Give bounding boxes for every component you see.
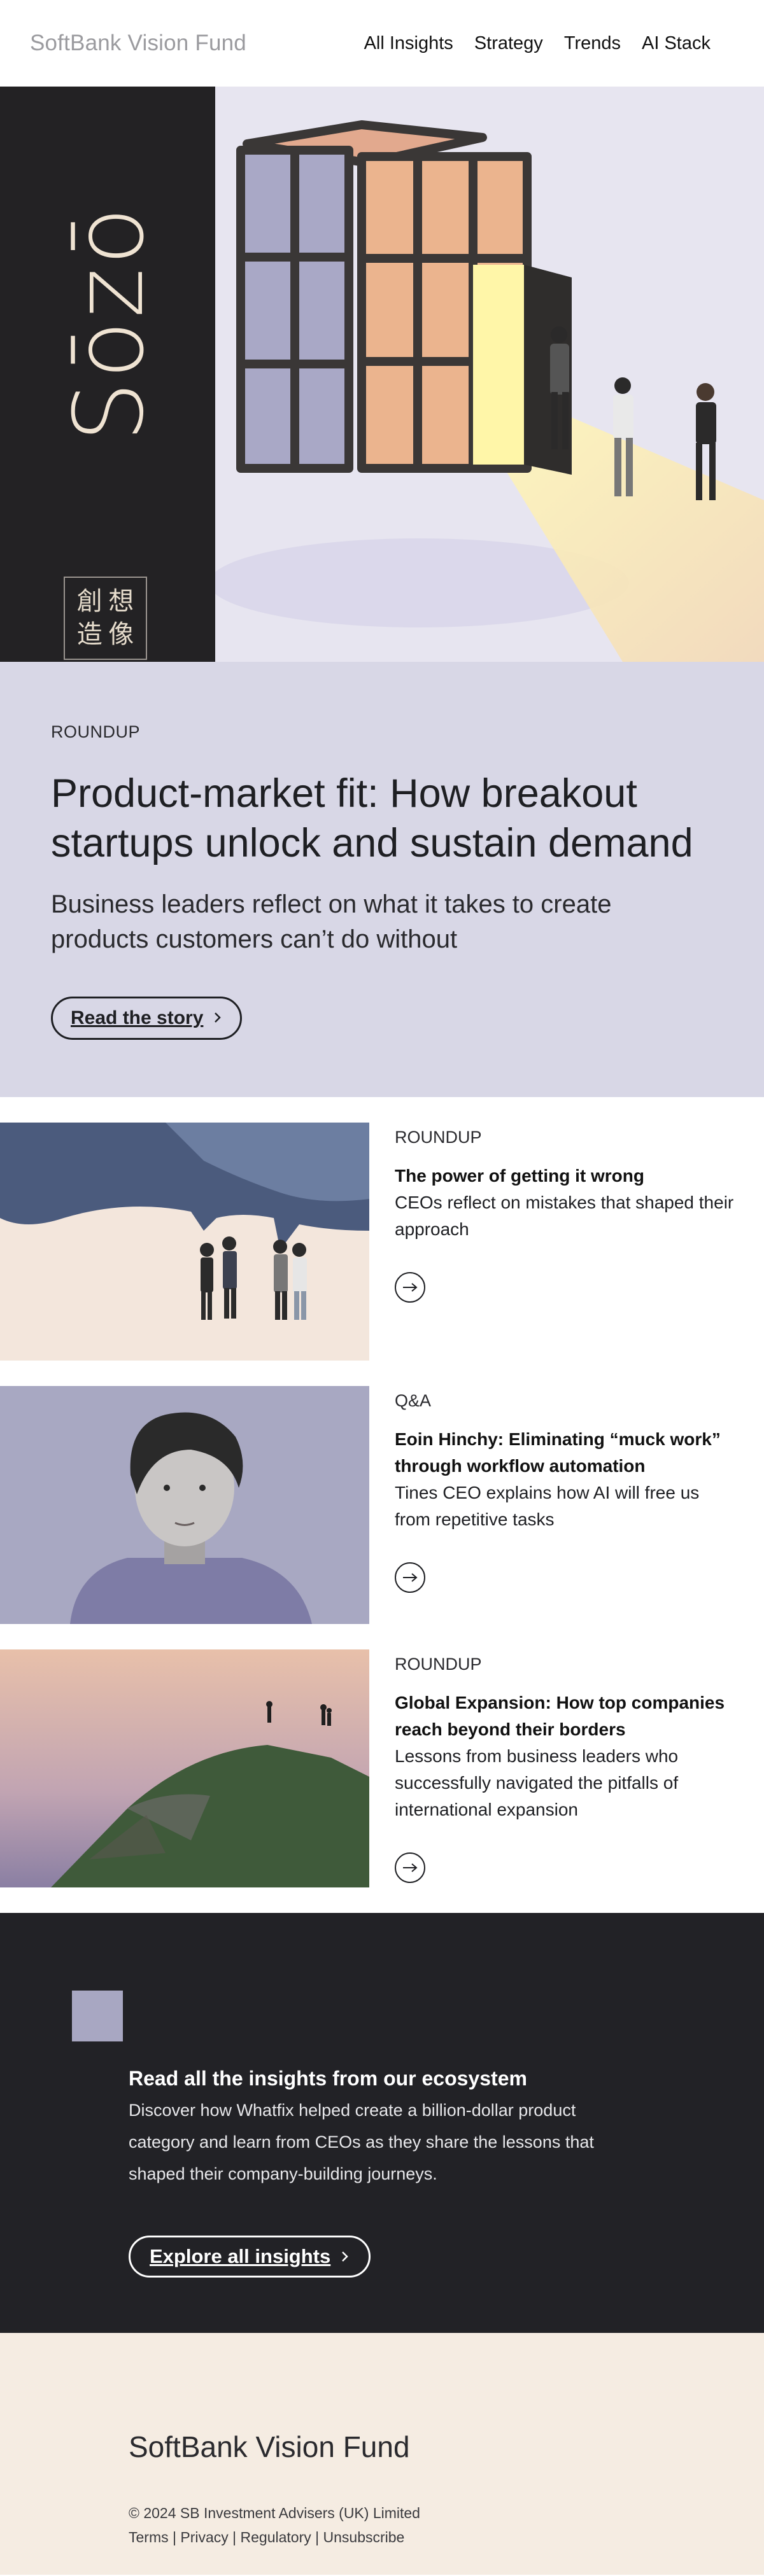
brand-logo[interactable]: SoftBank Vision Fund: [30, 31, 246, 56]
footer-legal: © 2024 SB Investment Advisers (UK) Limit…: [129, 2501, 764, 2549]
nav-ai-stack[interactable]: AI Stack: [642, 33, 711, 54]
story-title[interactable]: Product-market fit: How breakout startup…: [51, 769, 713, 868]
main-nav: All Insights Strategy Trends AI Stack: [364, 33, 711, 54]
kanji-char: 像: [108, 619, 134, 649]
footer-brand[interactable]: SoftBank Vision Fund: [129, 2430, 764, 2464]
accent-square: [72, 1991, 123, 2041]
arrow-right-icon: [403, 1573, 418, 1582]
story-image[interactable]: [0, 1649, 369, 1887]
story-category: Q&A: [395, 1391, 432, 1410]
copyright-text: © 2024 SB Investment Advisers (UK) Limit…: [129, 2505, 420, 2521]
arrow-right-button[interactable]: [395, 1562, 425, 1593]
story-card-title[interactable]: Eoin Hinchy: Eliminating “muck work” thr…: [395, 1426, 739, 1480]
kanji-char: 造: [76, 619, 103, 649]
story-card-desc: Tines CEO explains how AI will free us f…: [395, 1483, 700, 1529]
story-subtitle: Business leaders reflect on what it take…: [51, 890, 612, 953]
cta-body: Discover how Whatfix helped create a bil…: [129, 2101, 594, 2183]
nav-trends[interactable]: Trends: [564, 33, 621, 54]
chevron-right-icon: [341, 2245, 350, 2268]
footer-links[interactable]: Terms | Privacy | Regulatory | Unsubscri…: [129, 2525, 764, 2549]
story-category: ROUNDUP: [395, 1128, 482, 1147]
story-card[interactable]: Q&A Eoin Hinchy: Eliminating “muck work”…: [0, 1386, 764, 1624]
header: SoftBank Vision Fund All Insights Strate…: [0, 0, 764, 87]
read-story-button[interactable]: Read the story: [51, 997, 243, 1040]
masthead-panel: Sōzō 創 想 造 像: [0, 87, 215, 662]
story-card-body: ROUNDUP Global Expansion: How top compan…: [369, 1649, 764, 1887]
story-card[interactable]: ROUNDUP The power of getting it wrong CE…: [0, 1123, 764, 1361]
nav-strategy[interactable]: Strategy: [474, 33, 543, 54]
story-card-body: Q&A Eoin Hinchy: Eliminating “muck work”…: [369, 1386, 764, 1624]
arrow-right-button[interactable]: [395, 1272, 425, 1303]
featured-story: ROUNDUP Product-market fit: How breakout…: [0, 662, 764, 1097]
nav-all-insights[interactable]: All Insights: [364, 33, 453, 54]
story-image[interactable]: [0, 1123, 369, 1361]
story-card-title[interactable]: The power of getting it wrong: [395, 1163, 739, 1189]
story-category: ROUNDUP: [395, 1655, 482, 1674]
story-card-body: ROUNDUP The power of getting it wrong CE…: [369, 1123, 764, 1361]
arrow-right-button[interactable]: [395, 1852, 425, 1883]
story-list: ROUNDUP The power of getting it wrong CE…: [0, 1097, 764, 1887]
story-image[interactable]: [0, 1386, 369, 1624]
explore-insights-label: Explore all insights: [150, 2245, 331, 2267]
cube-illustration: [215, 120, 764, 662]
story-card-desc: Lessons from business leaders who succes…: [395, 1746, 679, 1819]
masthead-title: Sōzō: [54, 204, 165, 442]
explore-insights-button[interactable]: Explore all insights: [129, 2236, 371, 2278]
arrow-right-icon: [403, 1863, 418, 1872]
story-card-title[interactable]: Global Expansion: How top companies reac…: [395, 1690, 739, 1743]
arrow-right-icon: [403, 1283, 418, 1292]
kanji-char: 創: [76, 587, 103, 616]
cta-title: Read all the insights from our ecosystem: [129, 2067, 527, 2090]
story-card[interactable]: ROUNDUP Global Expansion: How top compan…: [0, 1649, 764, 1887]
story-card-desc: CEOs reflect on mistakes that shaped the…: [395, 1193, 734, 1239]
read-story-label: Read the story: [71, 1007, 204, 1028]
chevron-right-icon: [213, 1007, 222, 1029]
footer: SoftBank Vision Fund © 2024 SB Investmen…: [0, 2333, 764, 2575]
kanji-seal: 創 想 造 像: [64, 577, 147, 660]
hero-banner: Sōzō 創 想 造 像: [0, 87, 764, 662]
hero-illustration[interactable]: [215, 87, 764, 662]
kanji-char: 想: [108, 587, 134, 616]
story-category: ROUNDUP: [51, 722, 141, 741]
insights-cta: Read all the insights from our ecosystem…: [0, 1913, 764, 2333]
